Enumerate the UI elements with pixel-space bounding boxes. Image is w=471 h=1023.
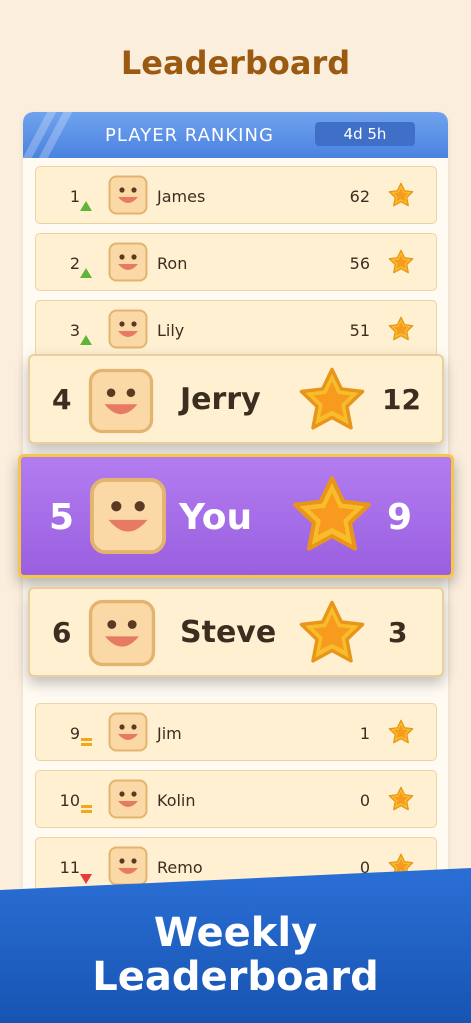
rank-number: 3: [69, 321, 80, 340]
smiley-face-icon: [108, 242, 148, 282]
promo-banner: Weekly Leaderboard: [0, 868, 471, 1023]
star-icon: [388, 182, 414, 208]
smiley-face-icon: [108, 309, 148, 349]
leaderboard-row: 1 James 62: [35, 166, 437, 224]
leaderboard-row: 10 Kolin 0: [35, 770, 437, 828]
triangle-up-icon: [80, 268, 92, 278]
player-name: You: [179, 497, 253, 538]
player-name: James: [157, 187, 206, 206]
player-name: Lily: [157, 321, 185, 340]
player-name: Kolin: [157, 791, 196, 810]
star-icon: [291, 474, 373, 556]
rank-number: 2: [69, 254, 80, 273]
leaderboard-row: 2 Ron 56: [35, 233, 437, 291]
rank-number: 9: [69, 724, 80, 743]
equal-icon: [81, 738, 92, 746]
smiley-face-icon: [108, 779, 148, 819]
rank-number: 11: [59, 858, 80, 877]
featured-player-card: 6 Steve 3: [28, 587, 444, 677]
triangle-up-icon: [80, 201, 92, 211]
smiley-face-icon: [89, 477, 167, 555]
smiley-face-icon: [108, 846, 148, 886]
smiley-face-icon: [108, 712, 148, 752]
star-icon: [388, 249, 414, 275]
player-name: Ron: [157, 254, 188, 273]
header-label: PLAYER RANKING: [105, 125, 274, 146]
star-icon: [388, 316, 414, 342]
star-icon: [298, 599, 366, 667]
rank-number: 6: [52, 616, 72, 649]
current-player-card: 5 You 9: [18, 454, 454, 578]
rank-number: 5: [49, 497, 75, 538]
player-score: 12: [382, 383, 421, 416]
rank-number: 4: [52, 383, 72, 416]
equal-icon: [81, 805, 92, 813]
star-icon: [388, 719, 414, 745]
smiley-face-icon: [88, 368, 154, 434]
board-header: PLAYER RANKING 4d 5h: [23, 112, 448, 158]
player-score: 56: [349, 254, 370, 273]
player-name: Remo: [157, 858, 203, 877]
player-score: 1: [359, 724, 370, 743]
featured-player-card: 4 Jerry 12: [28, 354, 444, 444]
rank-number: 1: [69, 187, 80, 206]
star-icon: [298, 366, 366, 434]
triangle-down-icon: [80, 874, 92, 884]
player-score: 62: [349, 187, 370, 206]
player-score: 51: [349, 321, 370, 340]
countdown-timer: 4d 5h: [315, 122, 415, 146]
rank-number: 10: [59, 791, 80, 810]
star-icon: [388, 786, 414, 812]
leaderboard-row: 9 Jim 1: [35, 703, 437, 761]
smiley-face-icon: [88, 599, 156, 667]
triangle-up-icon: [80, 335, 92, 345]
player-name: Jim: [157, 724, 182, 743]
banner-line-1: Weekly: [153, 910, 318, 956]
page-title: Leaderboard: [120, 44, 351, 82]
player-score: 9: [387, 497, 413, 538]
leaderboard-row: 3 Lily 51: [35, 300, 437, 358]
smiley-face-icon: [108, 175, 148, 215]
banner-line-2: Leaderboard: [92, 954, 379, 1000]
player-score: 3: [388, 616, 408, 649]
player-score: 0: [359, 791, 370, 810]
player-name: Jerry: [180, 382, 261, 417]
player-name: Steve: [180, 615, 277, 650]
